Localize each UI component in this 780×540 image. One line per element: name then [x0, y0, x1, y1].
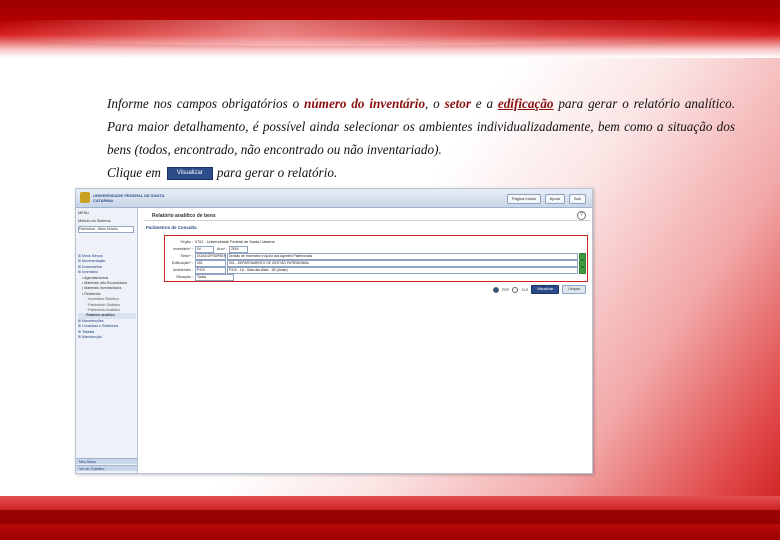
sidebar-item[interactable]: ⊞ Manutenção [78, 335, 136, 340]
setor-label: Setor* : [180, 254, 193, 258]
exit-button[interactable]: Sair [568, 194, 586, 204]
instruction-click-line: Clique em Visualizar para gerar o relatóri… [35, 161, 735, 184]
ambientes-label: Ambientes : [172, 268, 193, 272]
row-orgao: Órgão : 0751 - Universidade Federal de S… [165, 239, 587, 245]
instruction-paragraph: Informe nos campos obrigatórios o número… [35, 92, 735, 161]
row-situacao: Situação : Todos [165, 274, 587, 281]
sidebar-footer-trabalho[interactable]: Ver do Trabalho [76, 465, 137, 471]
header-swoosh [0, 20, 780, 46]
text-segment: para gerar o relatório. [216, 165, 338, 180]
help-icon[interactable]: ? [577, 211, 586, 220]
sidebar: MENU Módulo do Sistema Patrimônio - Bens… [76, 208, 138, 473]
row-inventario: Inventário* : 04 Ano* : 2016 [165, 246, 587, 253]
logo-text: UNIVERSIDADE FEDERAL DE SANTA CATARINA [93, 193, 165, 203]
edificacao-label: Edificação* : [171, 261, 193, 265]
format-xls-label: XLS [521, 287, 528, 292]
ambientes-desc-input[interactable]: P410 - 1A - Sala das Altas - 1B (Andar) [227, 267, 578, 274]
orgao-value: 0751 - Universidade Federal de Santa Cat… [195, 240, 275, 244]
sidebar-footer-meu-menu[interactable]: Meu Menu [76, 458, 137, 464]
ambientes-code-input[interactable]: P410 [195, 267, 226, 274]
row-setor: Setor* : DGA/DGP/DIPBEM Divisão de Inven… [165, 253, 587, 260]
top-buttons: Página Inicial Ajuda Sair [506, 194, 586, 204]
app-header: UNIVERSIDADE FEDERAL DE SANTA CATARINA P… [76, 189, 592, 208]
inventario-input[interactable]: 04 [195, 246, 214, 253]
action-bar: PDF XLS Visualizar Limpar [138, 285, 586, 294]
inline-visualizar-button-image: Visualizar [166, 167, 213, 181]
setor-code-input[interactable]: DGA/DGP/DIPBEM [195, 253, 226, 260]
highlight-numero-inventario: número do inventário [304, 96, 426, 111]
ano-label: Ano* : [217, 247, 228, 251]
setor-desc-input[interactable]: Divisão de Inventário e Apoio aos Agente… [227, 253, 578, 260]
highlight-setor: setor [444, 96, 471, 111]
help-button[interactable]: Ajuda [544, 194, 565, 204]
search-setor-icon[interactable] [579, 253, 586, 260]
instruction-text: Informe nos campos obrigatórios o número… [35, 92, 735, 184]
highlight-edificacao: edificação [497, 96, 554, 111]
main-content: Relatório analítico de bens ? Parâmetros… [138, 208, 592, 473]
sidebar-menu: ⊞ Meus Menus ⊞ Movimentação ⊞ Documentos ⊞ … [78, 254, 136, 341]
row-edificacao: Edificação* : 001 001 - DEPARTAMENTO DE … [165, 260, 587, 267]
university-logo-icon [80, 192, 90, 203]
page-title: Relatório analítico de bens [152, 213, 216, 219]
text-segment: Informe nos campos obrigatórios o [107, 96, 305, 111]
embedded-screenshot: UNIVERSIDADE FEDERAL DE SANTA CATARINA P… [75, 188, 593, 474]
format-pdf-radio[interactable] [493, 286, 499, 293]
section-title: Parâmetros de Consulta [146, 225, 197, 230]
situacao-label: Situação : [176, 275, 193, 279]
ano-input[interactable]: 2016 [229, 246, 248, 253]
search-ambientes-icon[interactable] [579, 267, 586, 274]
slide-header-band [0, 0, 780, 58]
format-xls-radio[interactable] [512, 286, 519, 293]
visualizar-button[interactable]: Visualizar [530, 285, 560, 294]
text-segment: Clique em [107, 165, 161, 180]
edificacao-desc-input[interactable]: 001 - DEPARTAMENTO DE GESTÃO PATRIMONIAL [227, 260, 578, 267]
footer-stripe [0, 510, 780, 524]
inventario-label: Inventário* : [172, 247, 193, 251]
text-segment: , o [425, 96, 445, 111]
module-select[interactable]: Patrimônio - Bens Móveis [78, 226, 134, 233]
slide-footer-band [0, 496, 780, 540]
orgao-label: Órgão : [180, 240, 193, 244]
row-ambientes: Ambientes : P410 P410 - 1A - Sala das Al… [165, 267, 587, 274]
home-button[interactable]: Página Inicial [506, 194, 541, 204]
limpar-button[interactable]: Limpar [562, 285, 586, 294]
search-edificacao-icon[interactable] [579, 260, 586, 267]
edificacao-code-input[interactable]: 001 [195, 260, 226, 267]
query-form: Órgão : 0751 - Universidade Federal de S… [164, 235, 588, 282]
title-bar: Relatório analítico de bens ? [144, 211, 590, 221]
text-segment: e a [470, 96, 498, 111]
situacao-select[interactable]: Todos [195, 274, 234, 281]
module-label: Módulo do Sistema [78, 219, 111, 223]
menu-label: MENU [78, 211, 90, 215]
format-pdf-label: PDF [502, 287, 510, 292]
